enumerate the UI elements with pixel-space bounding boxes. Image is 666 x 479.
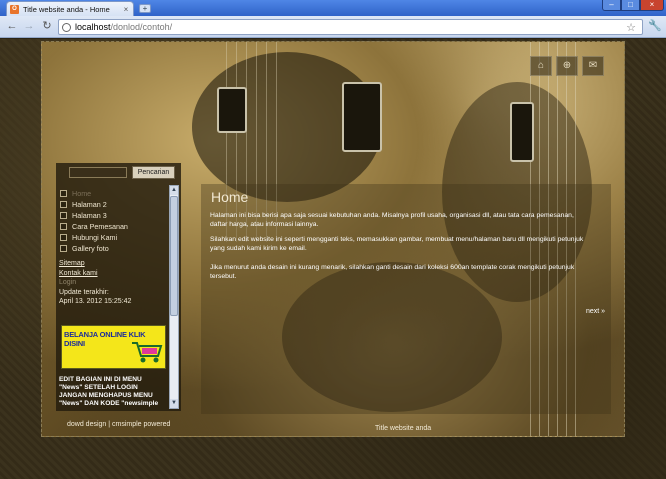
sidebar-nav: Home Halaman 2 Halaman 3 Cara Pemesanan … (56, 185, 169, 411)
bullet-icon (60, 223, 67, 230)
sidebar-scrollbar[interactable]: ▲ ▼ (169, 185, 179, 409)
menu-item-gallery-foto[interactable]: Gallery foto (60, 243, 128, 254)
tab-title: Title website anda - Home (23, 4, 110, 14)
forward-arrow-icon[interactable]: → (22, 20, 36, 34)
guitar-pickup (342, 82, 382, 152)
menu-item-hubungi-kami[interactable]: Hubungi Kami (60, 232, 128, 243)
bullet-icon (60, 201, 67, 208)
bullet-icon (60, 212, 67, 219)
menu-item-label: Hubungi Kami (72, 233, 118, 242)
home-icon[interactable]: ⌂ (530, 56, 552, 76)
sitemap-link[interactable]: Sitemap (59, 259, 98, 269)
last-update-label: Update terakhir: (59, 289, 109, 296)
scrollbar-thumb[interactable] (170, 196, 178, 316)
scroll-up-arrow-icon[interactable]: ▲ (170, 186, 178, 195)
guitar-pickup (217, 87, 247, 133)
scroll-down-arrow-icon[interactable]: ▼ (170, 399, 178, 408)
browser-tab[interactable]: O Title website anda - Home × (6, 1, 134, 16)
title-bar: O Title website anda - Home × + – □ × (0, 0, 666, 16)
star-icon[interactable]: ☆ (626, 21, 636, 34)
menu-item-home[interactable]: Home (60, 188, 128, 199)
mail-icon[interactable]: ✉ (582, 56, 604, 76)
favicon-icon: O (10, 4, 19, 14)
bullet-icon (60, 245, 67, 252)
news-text: EDIT BAGIAN INI DI MENU "News" SETELAH L… (59, 376, 159, 407)
content-paragraph: Silahkan edit website ini seperti mengga… (210, 236, 584, 252)
login-link[interactable]: Login (59, 279, 76, 286)
menu-item-halaman-3[interactable]: Halaman 3 (60, 210, 128, 221)
menu-item-cara-pemesanan[interactable]: Cara Pemesanan (60, 221, 128, 232)
contact-link[interactable]: Kontak kami (59, 269, 98, 279)
menu-item-label: Cara Pemesanan (72, 222, 128, 231)
footer-credits[interactable]: dowd design | cmsimple powered (67, 421, 170, 428)
new-tab-button[interactable]: + (139, 4, 151, 13)
menu-item-label: Home (72, 189, 92, 198)
search-input[interactable] (69, 167, 127, 178)
content-paragraph: Jika menurut anda desain ini kurang mena… (210, 264, 575, 280)
sidebar: Pencarian Home Halaman 2 Halaman 3 Cara … (56, 163, 181, 411)
footer-site-title: Title website anda (375, 425, 432, 432)
url-host: localhost (75, 22, 111, 32)
tab-close-icon[interactable]: × (122, 5, 130, 14)
shopping-cart-icon (132, 342, 163, 363)
maximize-button[interactable]: □ (621, 0, 640, 11)
content-paragraph: Halaman ini bisa berisi apa saja sesuai … (210, 212, 574, 228)
search-button[interactable]: Pencarian (132, 166, 175, 179)
browser-toolbar: ← → ↻ localhost/donlod/contoh/ ☆ (0, 16, 666, 38)
page-title: Home (211, 189, 249, 205)
main-content: Home Halaman ini bisa berisi apa saja se… (201, 184, 611, 414)
reload-icon[interactable]: ↻ (40, 20, 54, 34)
last-update-value: April 13. 2012 15:25:42 (59, 298, 132, 305)
page-icon (62, 22, 71, 32)
address-bar[interactable]: localhost/donlod/contoh/ ☆ (58, 19, 643, 35)
wrench-icon[interactable]: 🔧 (648, 19, 662, 35)
minimize-button[interactable]: – (602, 0, 621, 11)
sitemap-icon[interactable]: ⊕ (556, 56, 578, 76)
menu-item-label: Halaman 2 (72, 200, 107, 209)
close-window-button[interactable]: × (640, 0, 664, 11)
menu-item-halaman-2[interactable]: Halaman 2 (60, 199, 128, 210)
site-icons: ⌂ ⊕ ✉ (528, 56, 608, 78)
sidebar-links: Sitemap Kontak kami (59, 259, 98, 278)
next-link[interactable]: next » (586, 308, 605, 315)
back-arrow-icon[interactable]: ← (5, 20, 19, 34)
url-path: /donlod/contoh/ (110, 22, 173, 32)
sidebar-menu: Home Halaman 2 Halaman 3 Cara Pemesanan … (60, 188, 128, 254)
bullet-icon (60, 190, 67, 197)
menu-item-label: Halaman 3 (72, 211, 107, 220)
guitar-pickup (510, 102, 534, 162)
menu-item-label: Gallery foto (72, 244, 109, 253)
shop-banner[interactable]: BELANJA ONLINE KLIK DISINI (61, 325, 166, 369)
bullet-icon (60, 234, 67, 241)
